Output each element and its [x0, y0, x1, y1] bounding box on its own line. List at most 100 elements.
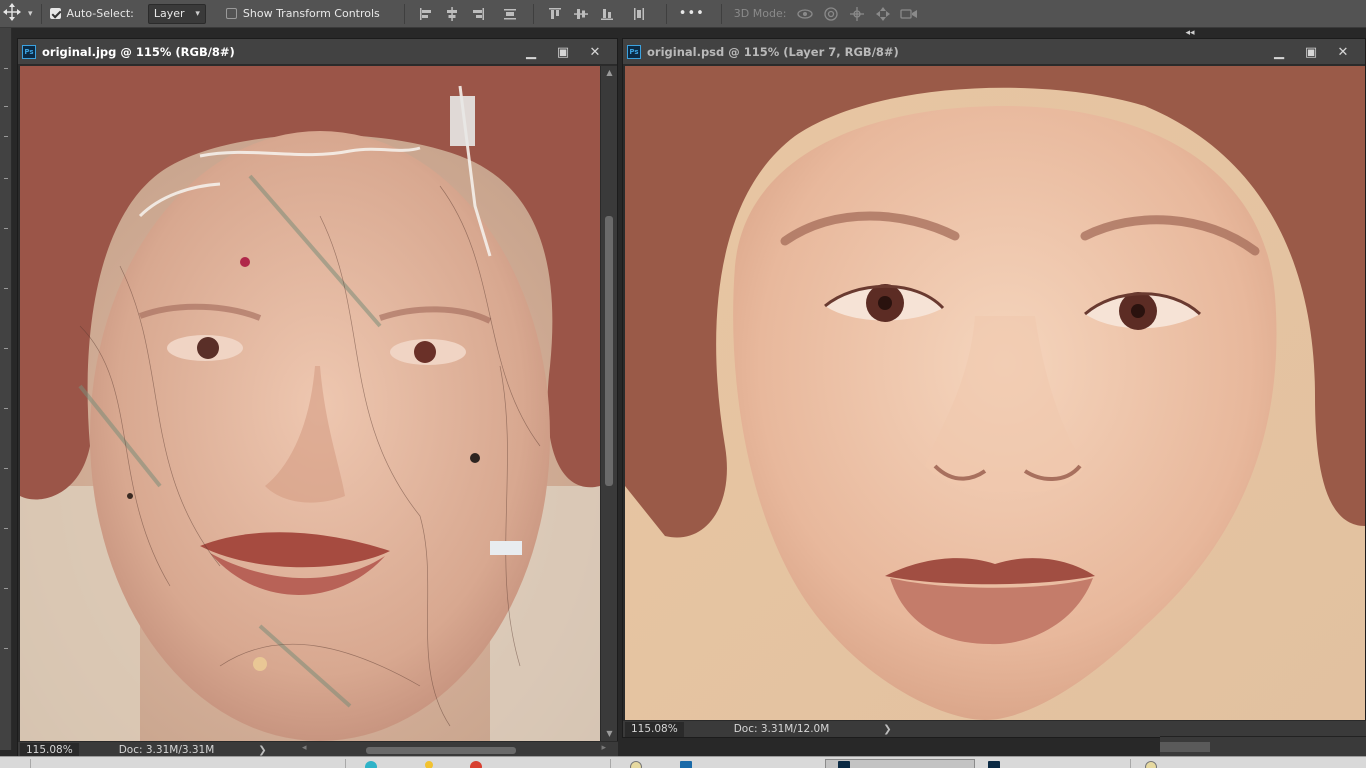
3d-orbit-button[interactable]	[792, 3, 818, 25]
document-window-original-jpg[interactable]: Ps original.jpg @ 115% (RGB/8#) ▁ ▣ ✕ ▲ …	[17, 38, 618, 758]
app-icon[interactable]	[680, 761, 692, 768]
align-horizontal-centers-button[interactable]	[439, 3, 465, 25]
taskbar-divider	[1130, 759, 1131, 768]
tool-marker[interactable]	[4, 68, 8, 69]
canvas[interactable]	[20, 66, 600, 741]
photoshop-icon	[838, 761, 850, 768]
collapse-panels-button[interactable]: ◂◂	[1180, 28, 1200, 38]
maximize-button[interactable]: ▣	[547, 45, 579, 60]
divider	[720, 3, 722, 24]
chevron-down-icon: ▾	[195, 8, 200, 19]
divider	[403, 3, 405, 24]
align-right-icon	[472, 7, 484, 20]
3d-camera-button[interactable]	[896, 3, 922, 25]
divider	[665, 3, 667, 24]
photoshop-icon[interactable]	[988, 761, 1000, 768]
document-window-original-psd[interactable]: Ps original.psd @ 115% (Layer 7, RGB/8#)…	[622, 38, 1366, 738]
3d-pan-button[interactable]	[844, 3, 870, 25]
status-menu-arrow[interactable]: ❯	[258, 745, 266, 756]
3d-roll-icon	[824, 6, 839, 21]
align-h-center-icon	[446, 6, 457, 21]
status-menu-arrow[interactable]: ❯	[883, 724, 891, 735]
move-tool-button[interactable]: ▾	[0, 2, 33, 25]
auto-select-label: Auto-Select:	[66, 7, 134, 20]
panel-dock-edge	[1160, 736, 1366, 756]
canvas[interactable]	[625, 66, 1365, 720]
tool-marker[interactable]	[4, 228, 8, 229]
more-options-button[interactable]: •••	[679, 6, 705, 21]
align-right-edges-button[interactable]	[465, 3, 491, 25]
restored-portrait-photo	[625, 66, 1365, 720]
scrollbar-thumb[interactable]	[605, 216, 613, 486]
show-transform-label: Show Transform Controls	[242, 7, 380, 20]
tool-marker[interactable]	[4, 408, 8, 409]
align-top-icon	[548, 7, 561, 19]
doc-size-info: Doc: 3.31M/12.0M	[733, 723, 830, 735]
tool-marker[interactable]	[4, 106, 8, 107]
3d-pan-icon	[850, 6, 865, 21]
distribute-vertical-button[interactable]	[626, 3, 652, 25]
show-transform-checkbox[interactable]	[225, 8, 237, 19]
move-tool-icon	[2, 2, 22, 25]
tools-panel	[0, 28, 12, 750]
photoshop-icon: Ps	[22, 44, 36, 59]
tool-marker[interactable]	[4, 178, 8, 179]
tool-marker[interactable]	[4, 588, 8, 589]
align-bottom-icon	[600, 8, 613, 20]
tool-marker[interactable]	[4, 288, 8, 289]
divider	[40, 3, 42, 24]
3d-mode-label: 3D Mode:	[733, 7, 787, 20]
app-icon[interactable]	[630, 761, 642, 768]
scroll-right-arrow[interactable]: ▸	[601, 743, 606, 753]
horizontal-scrollbar[interactable]: ◂ ▸	[296, 743, 606, 755]
document-tab[interactable]: Ps original.jpg @ 115% (RGB/8#) ▁ ▣ ✕	[18, 39, 617, 65]
app-icon[interactable]	[425, 761, 433, 768]
scroll-left-arrow[interactable]: ◂	[302, 743, 307, 753]
minimize-button[interactable]: ▁	[515, 45, 547, 60]
close-button[interactable]: ✕	[1327, 45, 1359, 60]
align-left-icon	[419, 7, 431, 20]
panel-scrollbar[interactable]	[1160, 742, 1210, 752]
options-bar: ▾ Auto-Select: Layer ▾ Show Transform Co…	[0, 0, 1366, 28]
damaged-portrait-photo	[20, 66, 600, 741]
maximize-button[interactable]: ▣	[1295, 45, 1327, 60]
distribute-button[interactable]	[497, 3, 523, 25]
auto-select-checkbox[interactable]	[49, 8, 61, 19]
3d-slide-icon	[876, 6, 891, 21]
doc-size-info: Doc: 3.31M/3.31M	[118, 744, 215, 756]
tool-marker[interactable]	[4, 348, 8, 349]
3d-slide-button[interactable]	[870, 3, 896, 25]
app-icon[interactable]	[365, 761, 377, 768]
layer-dropdown-value: Layer	[153, 7, 185, 20]
3d-orbit-icon	[797, 8, 814, 19]
photoshop-icon: Ps	[627, 44, 641, 59]
close-button[interactable]: ✕	[579, 45, 611, 60]
minimize-button[interactable]: ▁	[1263, 45, 1295, 60]
distribute-icon	[503, 8, 516, 19]
tool-marker[interactable]	[4, 528, 8, 529]
vertical-scrollbar[interactable]: ▲ ▼	[600, 66, 617, 741]
app-icon[interactable]	[1145, 761, 1157, 768]
scrollbar-thumb[interactable]	[366, 747, 516, 754]
align-vertical-centers-button[interactable]	[568, 3, 594, 25]
app-icon[interactable]	[470, 761, 482, 768]
align-bottom-edges-button[interactable]	[594, 3, 620, 25]
scroll-down-arrow[interactable]: ▼	[601, 727, 618, 741]
tool-marker[interactable]	[4, 136, 8, 137]
chevron-down-icon[interactable]: ▾	[28, 9, 33, 19]
document-title: original.psd @ 115% (Layer 7, RGB/8#)	[647, 44, 899, 59]
tool-marker[interactable]	[4, 648, 8, 649]
distribute-vertical-icon	[633, 7, 644, 20]
document-tab[interactable]: Ps original.psd @ 115% (Layer 7, RGB/8#)…	[623, 39, 1365, 65]
align-top-edges-button[interactable]	[542, 3, 568, 25]
video-camera-icon	[900, 8, 918, 19]
scroll-up-arrow[interactable]: ▲	[601, 66, 618, 80]
3d-roll-button[interactable]	[818, 3, 844, 25]
tool-marker[interactable]	[4, 468, 8, 469]
align-v-center-icon	[573, 8, 588, 19]
zoom-level[interactable]: 115.08%	[625, 721, 684, 737]
taskbar-divider	[30, 759, 31, 768]
taskbar-divider	[610, 759, 611, 768]
layer-dropdown[interactable]: Layer ▾	[147, 3, 206, 24]
align-left-edges-button[interactable]	[413, 3, 439, 25]
